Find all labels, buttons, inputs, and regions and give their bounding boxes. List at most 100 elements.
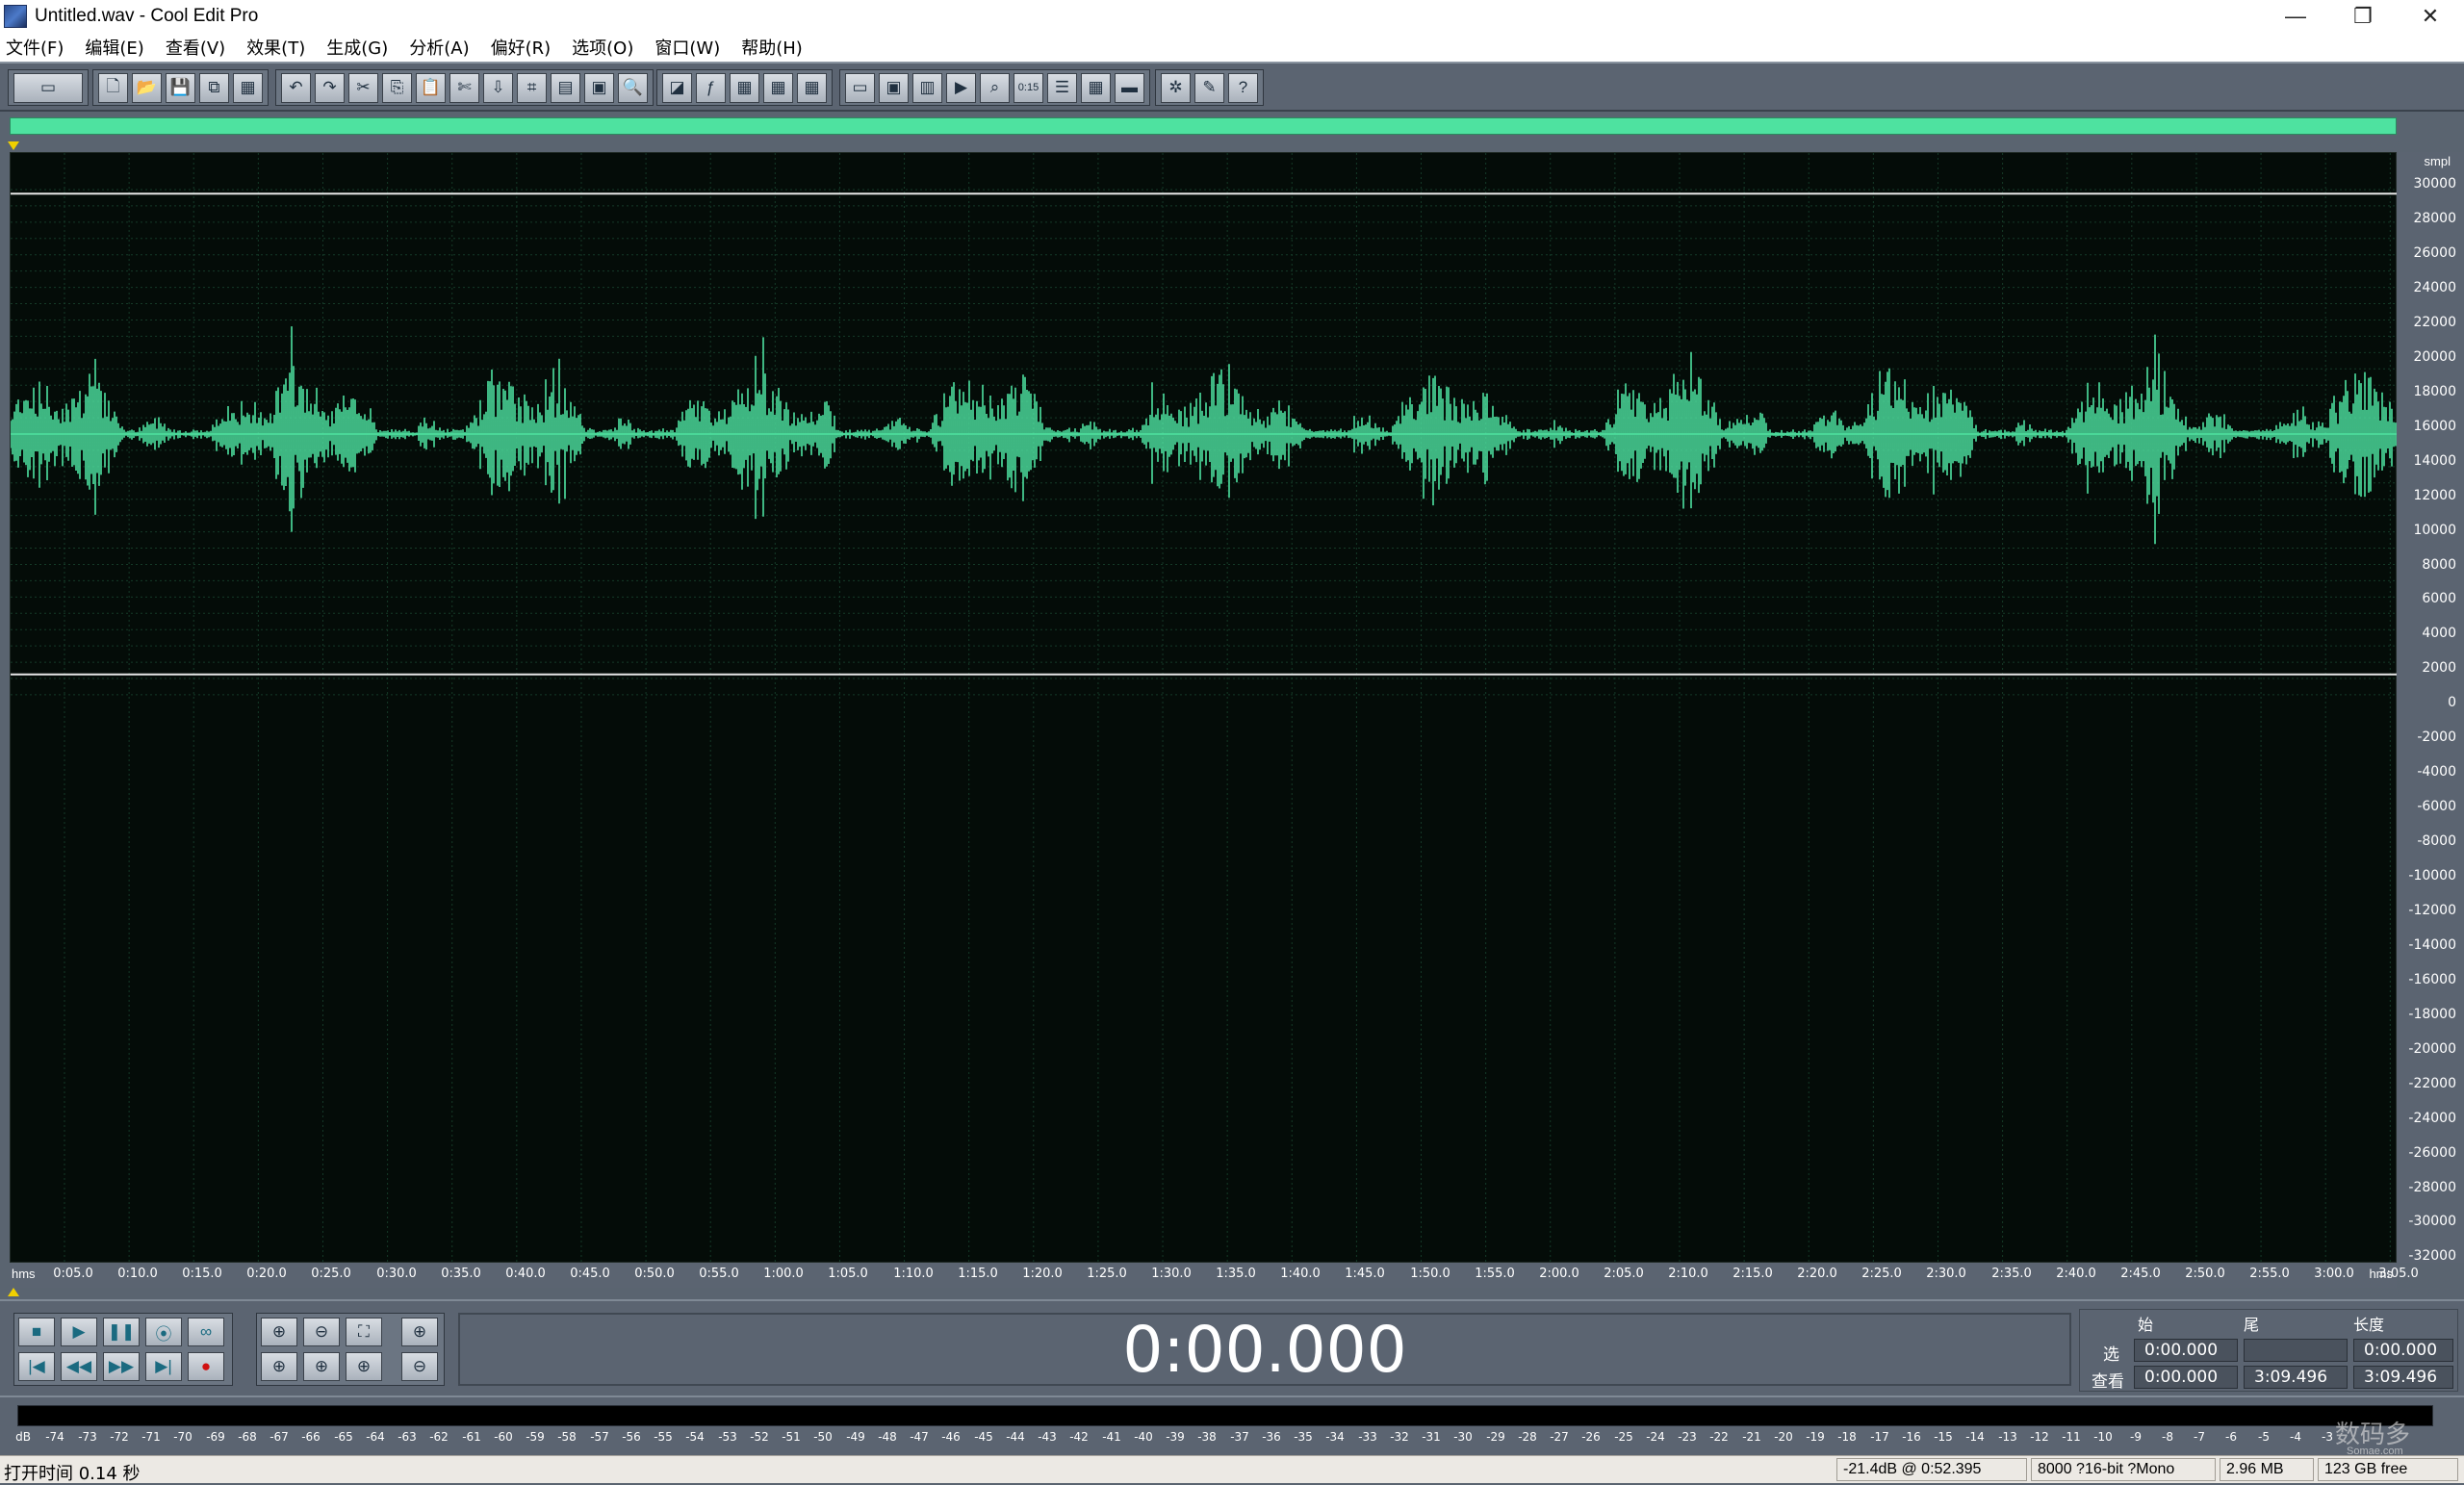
zoom-out-icon[interactable]: ⊖ [303,1318,340,1346]
play-loop-icon[interactable]: ▶ [946,72,976,103]
x-tick-label: 0:20.0 [246,1267,287,1281]
view-length-field[interactable]: 3:09.496 [2353,1366,2453,1389]
y-tick-label: 18000 [2413,384,2456,399]
grid-c-icon[interactable]: ▦ [797,72,827,103]
record-button[interactable]: ● [188,1352,224,1381]
close-button[interactable]: ✕ [2397,0,2464,33]
open-time-status: 打开时间 0.14 秒 [4,1464,141,1484]
paste-icon[interactable]: 📋 [416,72,446,103]
menu-effects[interactable]: 效果(T) [246,35,305,60]
y-tick-label: -18000 [2408,1007,2456,1022]
help-icon[interactable]: ? [1228,72,1258,103]
meter-tick-label: -23 [1678,1430,1697,1444]
zoom-full-icon[interactable]: ⛶ [346,1318,382,1346]
spectral-view-icon[interactable]: ƒ [696,72,726,103]
menu-help[interactable]: 帮助(H) [741,35,803,60]
play-button[interactable]: ▶ [61,1318,97,1346]
multitrack-toggle-icon[interactable]: ▭ [13,72,83,103]
toolbar-group-file: 🗋 📂 💾 ⧉ ▦ [92,69,269,106]
selection-length-field[interactable]: 0:00.000 [2353,1339,2453,1362]
y-tick-label: 6000 [2422,591,2456,606]
menu-view[interactable]: 查看(V) [166,35,225,60]
x-tick-label: 1:35.0 [1216,1267,1256,1281]
menu-favorites[interactable]: 偏好(R) [491,35,552,60]
close-file-icon[interactable]: ▦ [233,72,263,103]
pause-button[interactable]: ❚❚ [103,1318,140,1346]
mix-icon[interactable]: ▣ [879,72,909,103]
overview-bar[interactable] [10,117,2397,135]
redo-icon[interactable]: ↷ [315,72,345,103]
save-all-icon[interactable]: ⧉ [199,72,229,103]
find-icon[interactable]: ⌕ [980,72,1010,103]
time-ruler[interactable]: hms hms 0:05.0 0:10.0 0:15.0 0:20.0 0:25.0 0:… [10,1263,2419,1288]
trim-icon[interactable]: ⌗ [517,72,547,103]
insert-icon[interactable]: ▤ [551,72,580,103]
meter-tick-label: -51 [782,1430,801,1444]
cursor-marker-bottom-icon[interactable] [8,1288,19,1296]
view-end-field[interactable]: 3:09.496 [2244,1366,2348,1389]
menu-options[interactable]: 选项(O) [572,35,633,60]
meters-icon[interactable]: ▦ [1081,72,1111,103]
save-icon[interactable]: 💾 [166,72,195,103]
zoom-right-icon[interactable]: ⊕ [303,1352,340,1381]
open-icon[interactable]: 📂 [132,72,162,103]
meter-tick-label: -11 [2062,1430,2081,1444]
zoom-in-icon[interactable]: ⊕ [261,1318,297,1346]
meter-tick-label: -46 [941,1430,961,1444]
watermark-subtext: Somae.com [2347,1446,2403,1457]
fx-icon[interactable]: ✲ [1161,72,1191,103]
x-tick-label: 3:05.0 [2378,1267,2419,1281]
menu-file[interactable]: 文件(F) [6,35,64,60]
meter-tick-label: -12 [2030,1430,2049,1444]
bar-icon[interactable]: ▬ [1115,72,1144,103]
loop-button[interactable]: ∞ [188,1318,224,1346]
minimize-button[interactable]: — [2262,0,2329,33]
rewind-button[interactable]: ◀◀ [61,1352,97,1381]
crop-icon[interactable]: ▣ [584,72,614,103]
meter-tick-label: -37 [1230,1430,1249,1444]
scissors-icon[interactable]: ✄ [449,72,479,103]
length-header: 长度 [2353,1316,2385,1334]
cursor-marker-top-icon[interactable] [8,141,19,150]
zoom-selection-icon[interactable]: ⊕ [346,1352,382,1381]
mix-paste-icon[interactable]: ⇩ [483,72,513,103]
undo-icon[interactable]: ↶ [281,72,311,103]
selection-begin-field[interactable]: 0:00.000 [2134,1339,2238,1362]
meter-tick-label: -74 [45,1430,64,1444]
selection-end-field[interactable] [2244,1339,2348,1362]
split-icon[interactable]: ▥ [912,72,942,103]
edit-icon[interactable]: ✎ [1194,72,1224,103]
stop-button[interactable]: ■ [18,1318,55,1346]
waveform-display[interactable] [10,152,2398,1264]
cut-icon[interactable]: ✂ [348,72,378,103]
list-icon[interactable]: ☰ [1047,72,1077,103]
play-to-end-button[interactable]: ⦿ [145,1318,182,1346]
toolbar: ▭ 🗋 📂 💾 ⧉ ▦ ↶ ↷ ✂ ⎘ 📋 ✄ ⇩ ⌗ ▤ ▣ 🔍 ◪ ƒ ▦ … [0,62,2464,112]
meter-tick-label: -50 [813,1430,833,1444]
y-tick-label: -12000 [2408,903,2456,918]
y-tick-label: 12000 [2413,488,2456,503]
level-status: -21.4dB @ 0:52.395 [1836,1458,2027,1481]
new-icon[interactable]: 🗋 [98,72,128,103]
waveform-view-icon[interactable]: ◪ [662,72,692,103]
menu-analyze[interactable]: 分析(A) [409,35,469,60]
go-to-end-button[interactable]: ▶| [145,1352,182,1381]
zoom-in-vertical-icon[interactable]: ⊕ [401,1318,438,1346]
zoom-selection-icon[interactable]: 🔍 [618,72,648,103]
menu-generate[interactable]: 生成(G) [326,35,388,60]
grid-a-icon[interactable]: ▦ [730,72,759,103]
menu-window[interactable]: 窗口(W) [654,35,720,60]
zoom-left-icon[interactable]: ⊕ [261,1352,297,1381]
meter-tick-label: -61 [462,1430,481,1444]
window-icon[interactable]: ▭ [845,72,875,103]
restore-button[interactable]: ❐ [2329,0,2397,33]
copy-icon[interactable]: ⎘ [382,72,412,103]
time-0-15-icon[interactable]: 0:15 [1014,72,1043,103]
go-to-start-button[interactable]: |◀ [18,1352,55,1381]
waveform-path [11,326,2397,545]
menu-edit[interactable]: 编辑(E) [85,35,143,60]
zoom-out-vertical-icon[interactable]: ⊖ [401,1352,438,1381]
view-begin-field[interactable]: 0:00.000 [2134,1366,2238,1389]
grid-b-icon[interactable]: ▦ [763,72,793,103]
fast-forward-button[interactable]: ▶▶ [103,1352,140,1381]
